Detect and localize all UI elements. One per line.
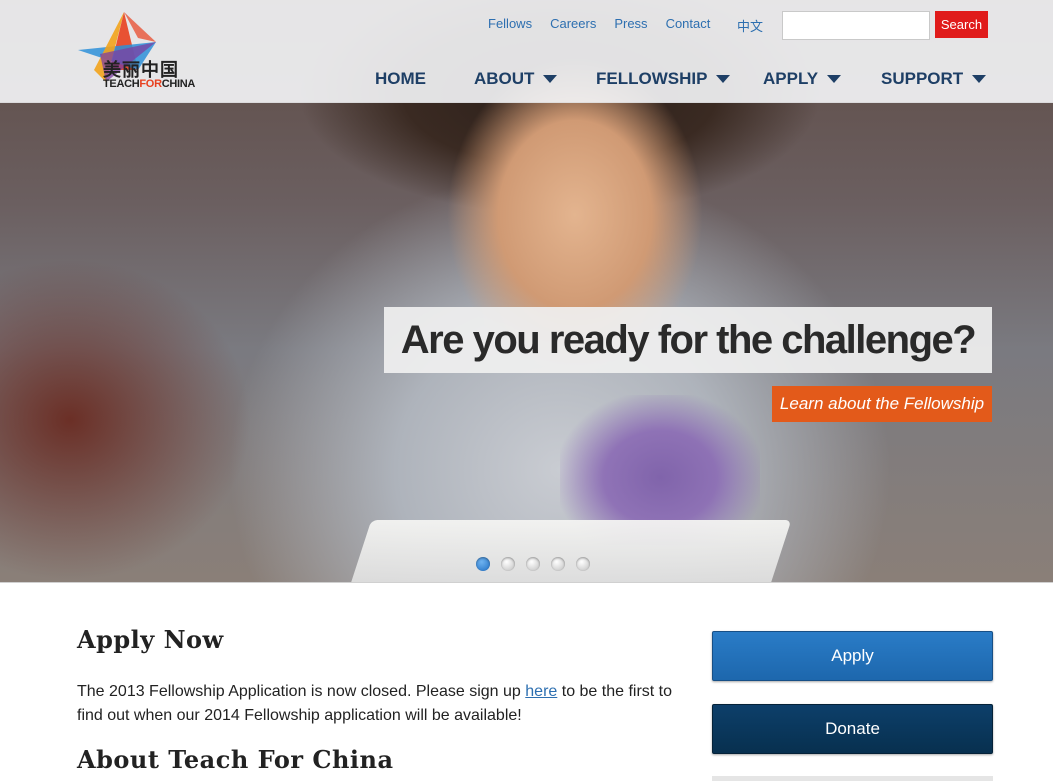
slide-dot-3[interactable] — [526, 557, 540, 571]
hero-headline: Are you ready for the challenge? — [400, 317, 977, 362]
slide-dot-2[interactable] — [501, 557, 515, 571]
slide-dot-1[interactable] — [476, 557, 490, 571]
donate-button[interactable]: Donate — [712, 704, 993, 754]
signup-here-link[interactable]: here — [525, 683, 557, 700]
caret-down-icon — [972, 75, 987, 83]
util-link-contact[interactable]: Contact — [666, 16, 711, 31]
slide-dot-4[interactable] — [551, 557, 565, 571]
sidebar-divider — [712, 776, 993, 781]
about-heading: About Teach For China — [77, 745, 394, 774]
slide-dot-5[interactable] — [576, 557, 590, 571]
nav-item-home[interactable]: HOME — [375, 69, 426, 89]
caret-down-icon — [716, 75, 731, 83]
nav-item-apply[interactable]: APPLY — [763, 69, 842, 89]
slider-dots — [476, 557, 590, 571]
nav-item-fellowship[interactable]: FELLOWSHIP — [596, 69, 731, 89]
util-link-careers[interactable]: Careers — [550, 16, 596, 31]
hero-photo-book — [348, 520, 792, 582]
main-nav: HOME ABOUT FELLOWSHIP APPLY SUPPORT — [0, 69, 1053, 91]
language-switch-link[interactable]: 中文 — [737, 16, 763, 35]
nav-label: APPLY — [763, 69, 819, 88]
nav-label: FELLOWSHIP — [596, 69, 708, 88]
apply-now-heading: Apply Now — [77, 625, 224, 654]
site-header: 美丽中国 TEACHFORCHINA Fellows Careers Press… — [0, 0, 1053, 103]
nav-item-support[interactable]: SUPPORT — [881, 69, 987, 89]
nav-label: HOME — [375, 69, 426, 88]
hero-bottom-divider — [0, 582, 1053, 583]
search-input[interactable] — [782, 11, 930, 40]
apply-now-text: The 2013 Fellowship Application is now c… — [77, 683, 673, 724]
util-link-press[interactable]: Press — [614, 16, 647, 31]
hero-headline-box: Are you ready for the challenge? — [384, 307, 992, 373]
nav-item-about[interactable]: ABOUT — [474, 69, 558, 89]
utility-nav: Fellows Careers Press Contact — [488, 16, 728, 31]
util-link-fellows[interactable]: Fellows — [488, 16, 532, 31]
search-button[interactable]: Search — [935, 11, 988, 38]
nav-label: SUPPORT — [881, 69, 964, 88]
caret-down-icon — [543, 75, 558, 83]
caret-down-icon — [827, 75, 842, 83]
learn-fellowship-button[interactable]: Learn about the Fellowship — [772, 386, 992, 422]
apply-button[interactable]: Apply — [712, 631, 993, 681]
nav-label: ABOUT — [474, 69, 535, 88]
